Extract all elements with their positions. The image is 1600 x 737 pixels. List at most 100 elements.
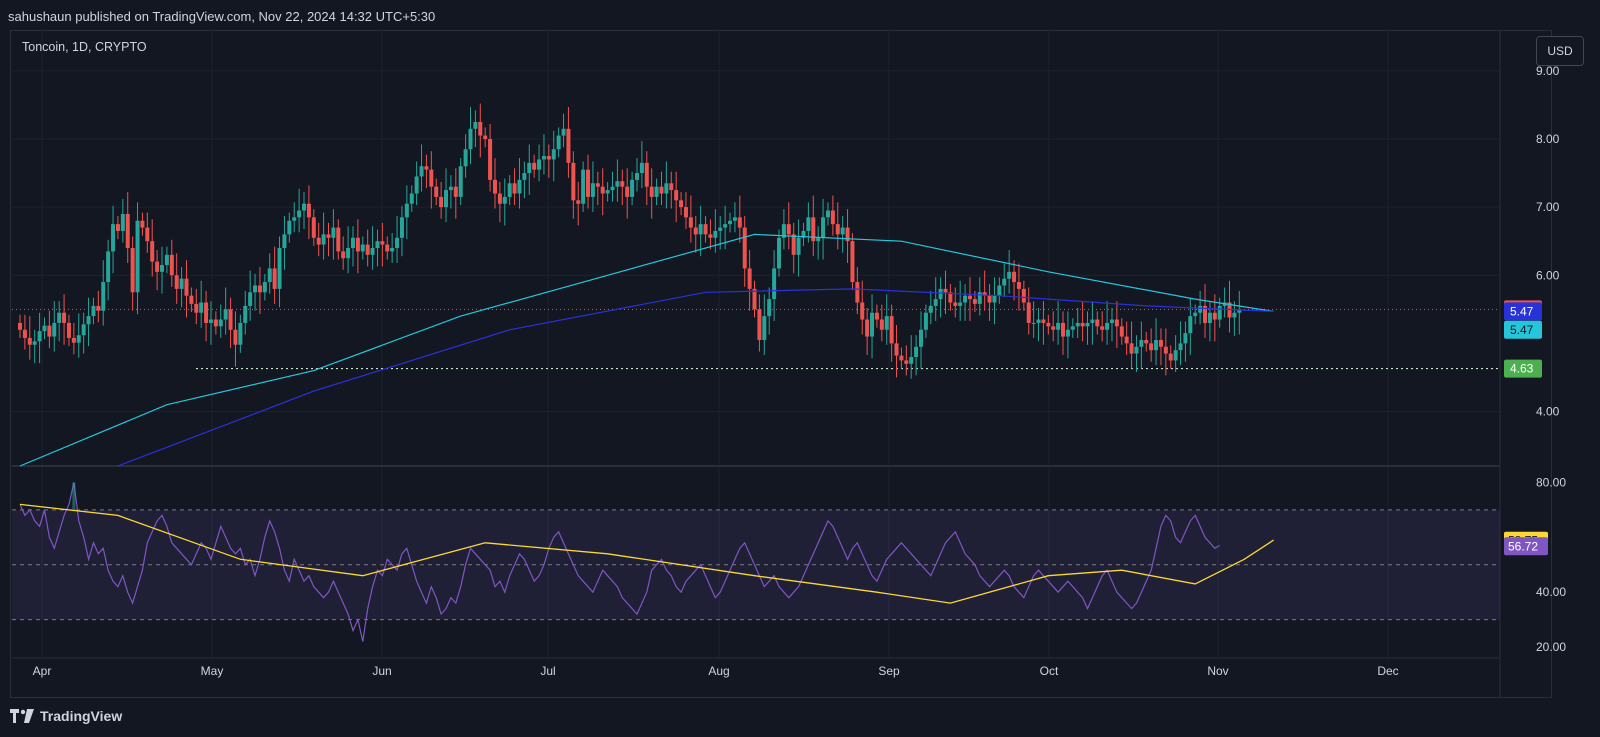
candle-25 — [140, 212, 145, 236]
candle-222 — [1105, 301, 1110, 345]
candle-78 — [399, 205, 404, 257]
candles — [18, 103, 1242, 379]
candle-85 — [434, 178, 439, 206]
candle-239 — [1188, 297, 1193, 355]
candle-body — [380, 241, 385, 245]
candle-102 — [517, 158, 522, 209]
candle-body — [223, 309, 228, 320]
candle-28 — [155, 250, 160, 291]
candle-body — [816, 237, 821, 242]
candle-body — [409, 193, 414, 204]
candle-body — [497, 193, 502, 204]
candle-body — [546, 156, 551, 160]
candle-body — [698, 224, 703, 235]
candle-body — [468, 128, 473, 150]
candle-173 — [865, 307, 870, 355]
candle-215 — [1070, 318, 1075, 338]
candle-184 — [919, 311, 924, 369]
candle-132 — [664, 161, 669, 209]
price-tick-3: 6.00 — [1536, 268, 1560, 282]
candle-51 — [267, 253, 272, 294]
candle-218 — [1085, 311, 1090, 345]
candle-body — [66, 322, 71, 338]
candle-body — [708, 234, 713, 238]
candle-104 — [527, 144, 532, 195]
candle-body — [654, 186, 659, 197]
candle-79 — [404, 185, 409, 240]
candle-body — [1109, 319, 1114, 323]
candle-body — [91, 305, 96, 317]
time-tick-3: Jul — [540, 664, 555, 678]
candle-45 — [238, 314, 243, 353]
candle-208 — [1036, 307, 1041, 342]
candle-body — [723, 224, 728, 228]
candle-127 — [639, 141, 644, 189]
chart-canvas[interactable]: 9.008.007.006.004.005.505.475.474.6380.0… — [0, 0, 1600, 737]
candle-body — [297, 210, 302, 218]
candle-24 — [135, 202, 140, 315]
candle-242 — [1203, 284, 1208, 338]
candle-188 — [938, 277, 943, 318]
candle-140 — [703, 215, 708, 243]
candle-18 — [106, 239, 111, 301]
candle-body — [997, 285, 1002, 296]
candle-155 — [777, 229, 781, 277]
candle-126 — [634, 158, 639, 192]
candle-8 — [57, 301, 62, 342]
candle-body — [1217, 305, 1222, 320]
candle-body — [879, 319, 884, 330]
candle-body — [248, 292, 253, 306]
candle-body — [923, 312, 928, 330]
candle-190 — [948, 284, 953, 311]
candle-110 — [556, 127, 561, 158]
time-tick-6: Oct — [1040, 664, 1059, 678]
candle-113 — [571, 151, 576, 219]
candle-46 — [243, 290, 248, 335]
candle-32 — [174, 253, 179, 304]
candle-236 — [1173, 335, 1178, 372]
candle-26 — [145, 212, 150, 253]
candle-body — [855, 282, 860, 303]
candle-134 — [674, 171, 679, 223]
candle-body — [27, 337, 32, 345]
candle-58 — [302, 192, 307, 229]
time-tick-0: Apr — [33, 664, 52, 678]
candle-body — [865, 319, 870, 337]
candle-body — [507, 183, 512, 197]
candle-body — [52, 322, 57, 337]
candle-66 — [341, 236, 346, 270]
candle-body — [302, 203, 307, 211]
candle-129 — [649, 168, 654, 219]
candle-101 — [512, 168, 517, 206]
candle-203 — [1012, 260, 1017, 301]
candle-body — [208, 319, 213, 323]
candle-body — [1183, 333, 1188, 344]
candle-225 — [1119, 318, 1124, 345]
candle-body — [488, 139, 493, 180]
footer-brand[interactable]: TradingView — [10, 708, 122, 724]
candle-body — [125, 213, 130, 248]
candle-112 — [566, 106, 571, 178]
time-tick-4: Aug — [708, 664, 729, 678]
candle-body — [821, 217, 826, 238]
candle-157 — [786, 202, 791, 250]
candle-151 — [757, 294, 762, 352]
candle-body — [1046, 322, 1051, 327]
candle-15 — [91, 297, 96, 325]
candle-137 — [688, 195, 693, 243]
candle-216 — [1075, 307, 1080, 338]
candle-body — [478, 121, 483, 136]
candle-body — [630, 179, 635, 197]
candle-body — [850, 241, 855, 283]
candle-200 — [997, 277, 1002, 304]
candle-176 — [879, 304, 884, 342]
candle-2 — [27, 316, 32, 360]
candle-body — [453, 186, 458, 197]
candle-61 — [316, 222, 321, 257]
candle-49 — [257, 267, 262, 315]
candle-214 — [1065, 311, 1070, 359]
candle-body — [218, 319, 223, 327]
candle-41 — [218, 304, 223, 338]
candle-body — [1075, 322, 1080, 327]
candle-body — [346, 248, 351, 259]
